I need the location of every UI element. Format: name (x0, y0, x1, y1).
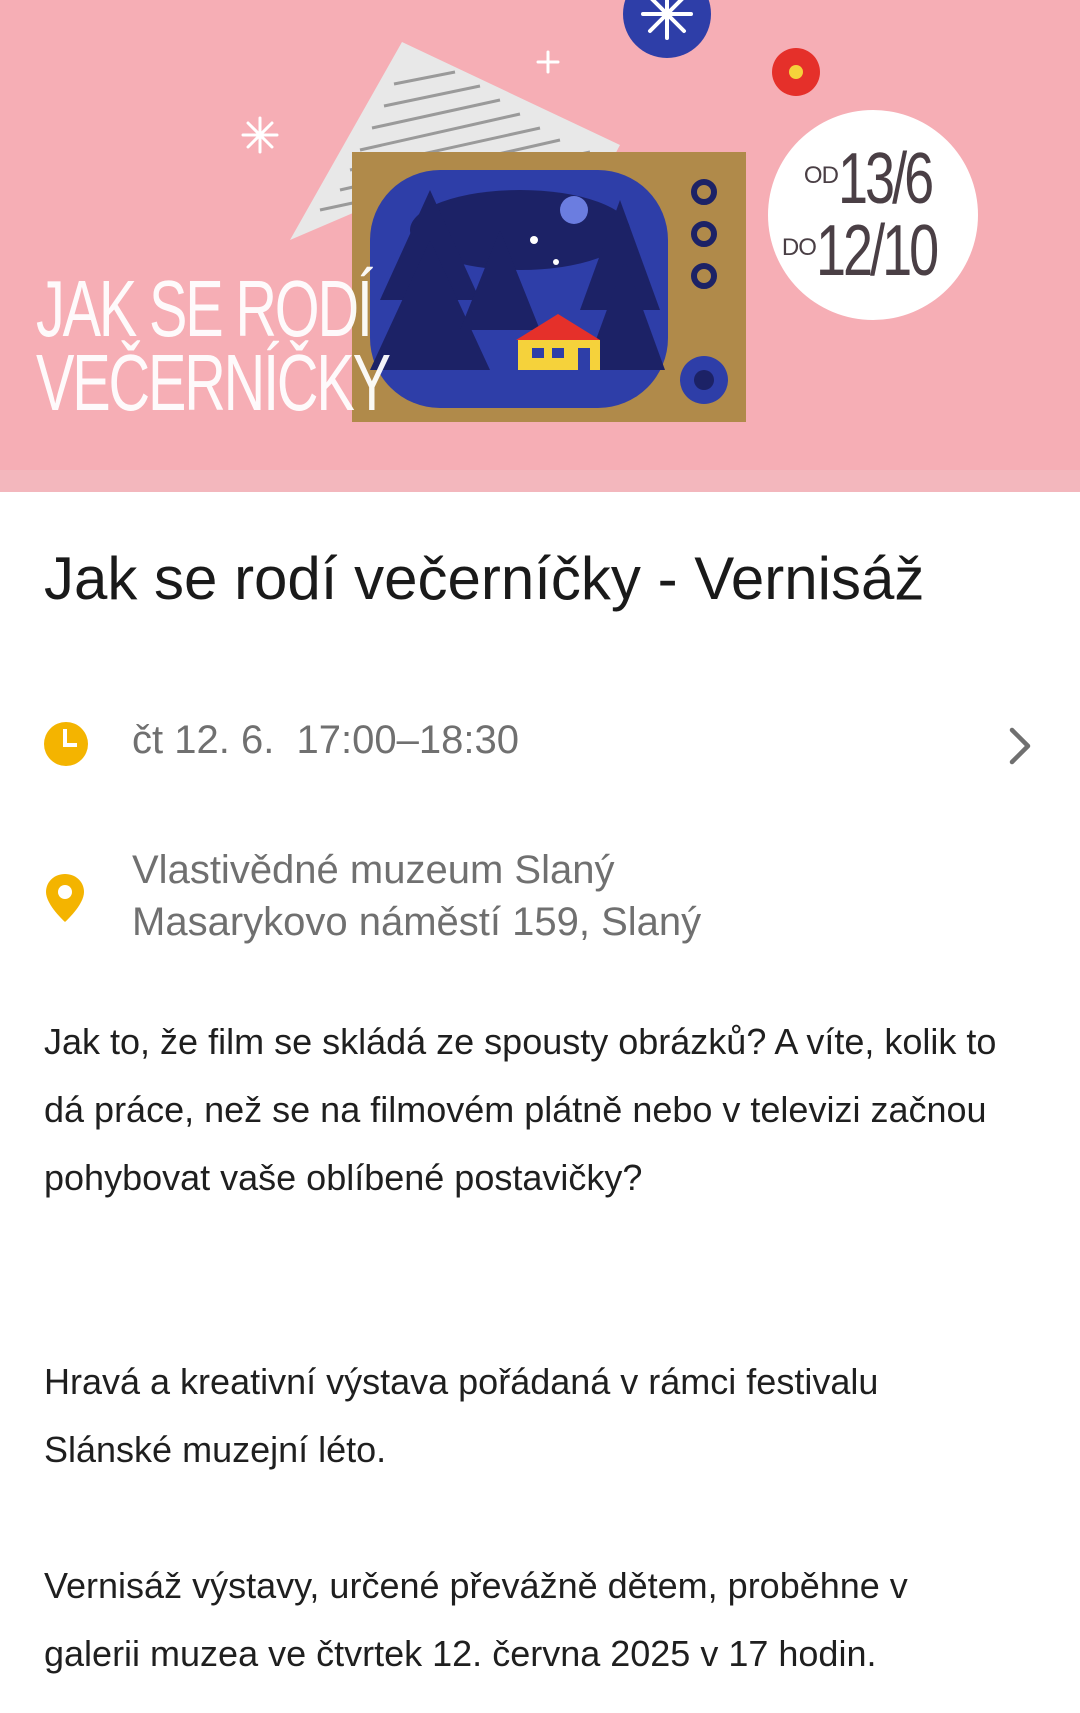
banner-title-line-1: JAK SE RODÍ (36, 264, 373, 353)
chevron-right-icon[interactable] (1000, 724, 1040, 768)
place-name: Vlastivědné muzeum Slaný (132, 848, 615, 892)
description-paragraph-3: Vernisáž výstavy, určené převážně dětem,… (44, 1552, 1044, 1688)
date-to-value: 12/10 (815, 211, 939, 291)
description-line: Hravá a kreativní výstava pořádaná v rám… (44, 1361, 879, 1402)
date-from: OD13/6 (778, 138, 988, 220)
event-title: Jak se rodí večerníčky - Vernisáž (44, 545, 925, 612)
event-time-text: čt 12. 6. 17:00–18:30 (132, 718, 519, 762)
description-line: pohybovat vaše oblíbené postavičky? (44, 1157, 643, 1198)
date-to-prefix: DO (781, 234, 817, 261)
description-line: Jak to, že film se skládá ze spousty obr… (44, 1021, 997, 1062)
description-paragraph-2: Hravá a kreativní výstava pořádaná v rám… (44, 1348, 1044, 1484)
event-time-row[interactable]: čt 12. 6. 17:00–18:30 (0, 690, 1080, 800)
date-to: DO12/10 (774, 210, 984, 292)
description-line: dá práce, než se na filmovém plátně nebo… (44, 1089, 987, 1130)
banner-title: JAK SE RODÍ VEČERNÍČKY (36, 264, 391, 427)
description-line: galerii muzea ve čtvrtek 12. června 2025… (44, 1633, 877, 1674)
description-line: Slánské muzejní léto. (44, 1429, 387, 1470)
location-pin-icon (46, 874, 84, 922)
description-line: Vernisáž výstavy, určené převážně dětem,… (44, 1565, 908, 1606)
clock-icon (44, 722, 88, 766)
place-address: Masarykovo náměstí 159, Slaný (132, 900, 702, 944)
banner-title-line-2: VEČERNÍČKY (36, 338, 391, 427)
event-detail-page: JAK SE RODÍ VEČERNÍČKY OD13/6 DO12/10 Ja… (0, 0, 1080, 1713)
date-range-badge: OD13/6 DO12/10 (768, 110, 978, 320)
date-from-prefix: OD (803, 162, 839, 189)
description-paragraph-1: Jak to, že film se skládá ze spousty obr… (44, 1008, 1044, 1212)
event-banner-image: JAK SE RODÍ VEČERNÍČKY OD13/6 DO12/10 (0, 0, 1080, 492)
event-place-row[interactable]: Vlastivědné muzeum Slaný Masarykovo námě… (0, 840, 1080, 960)
date-from-value: 13/6 (837, 139, 934, 219)
